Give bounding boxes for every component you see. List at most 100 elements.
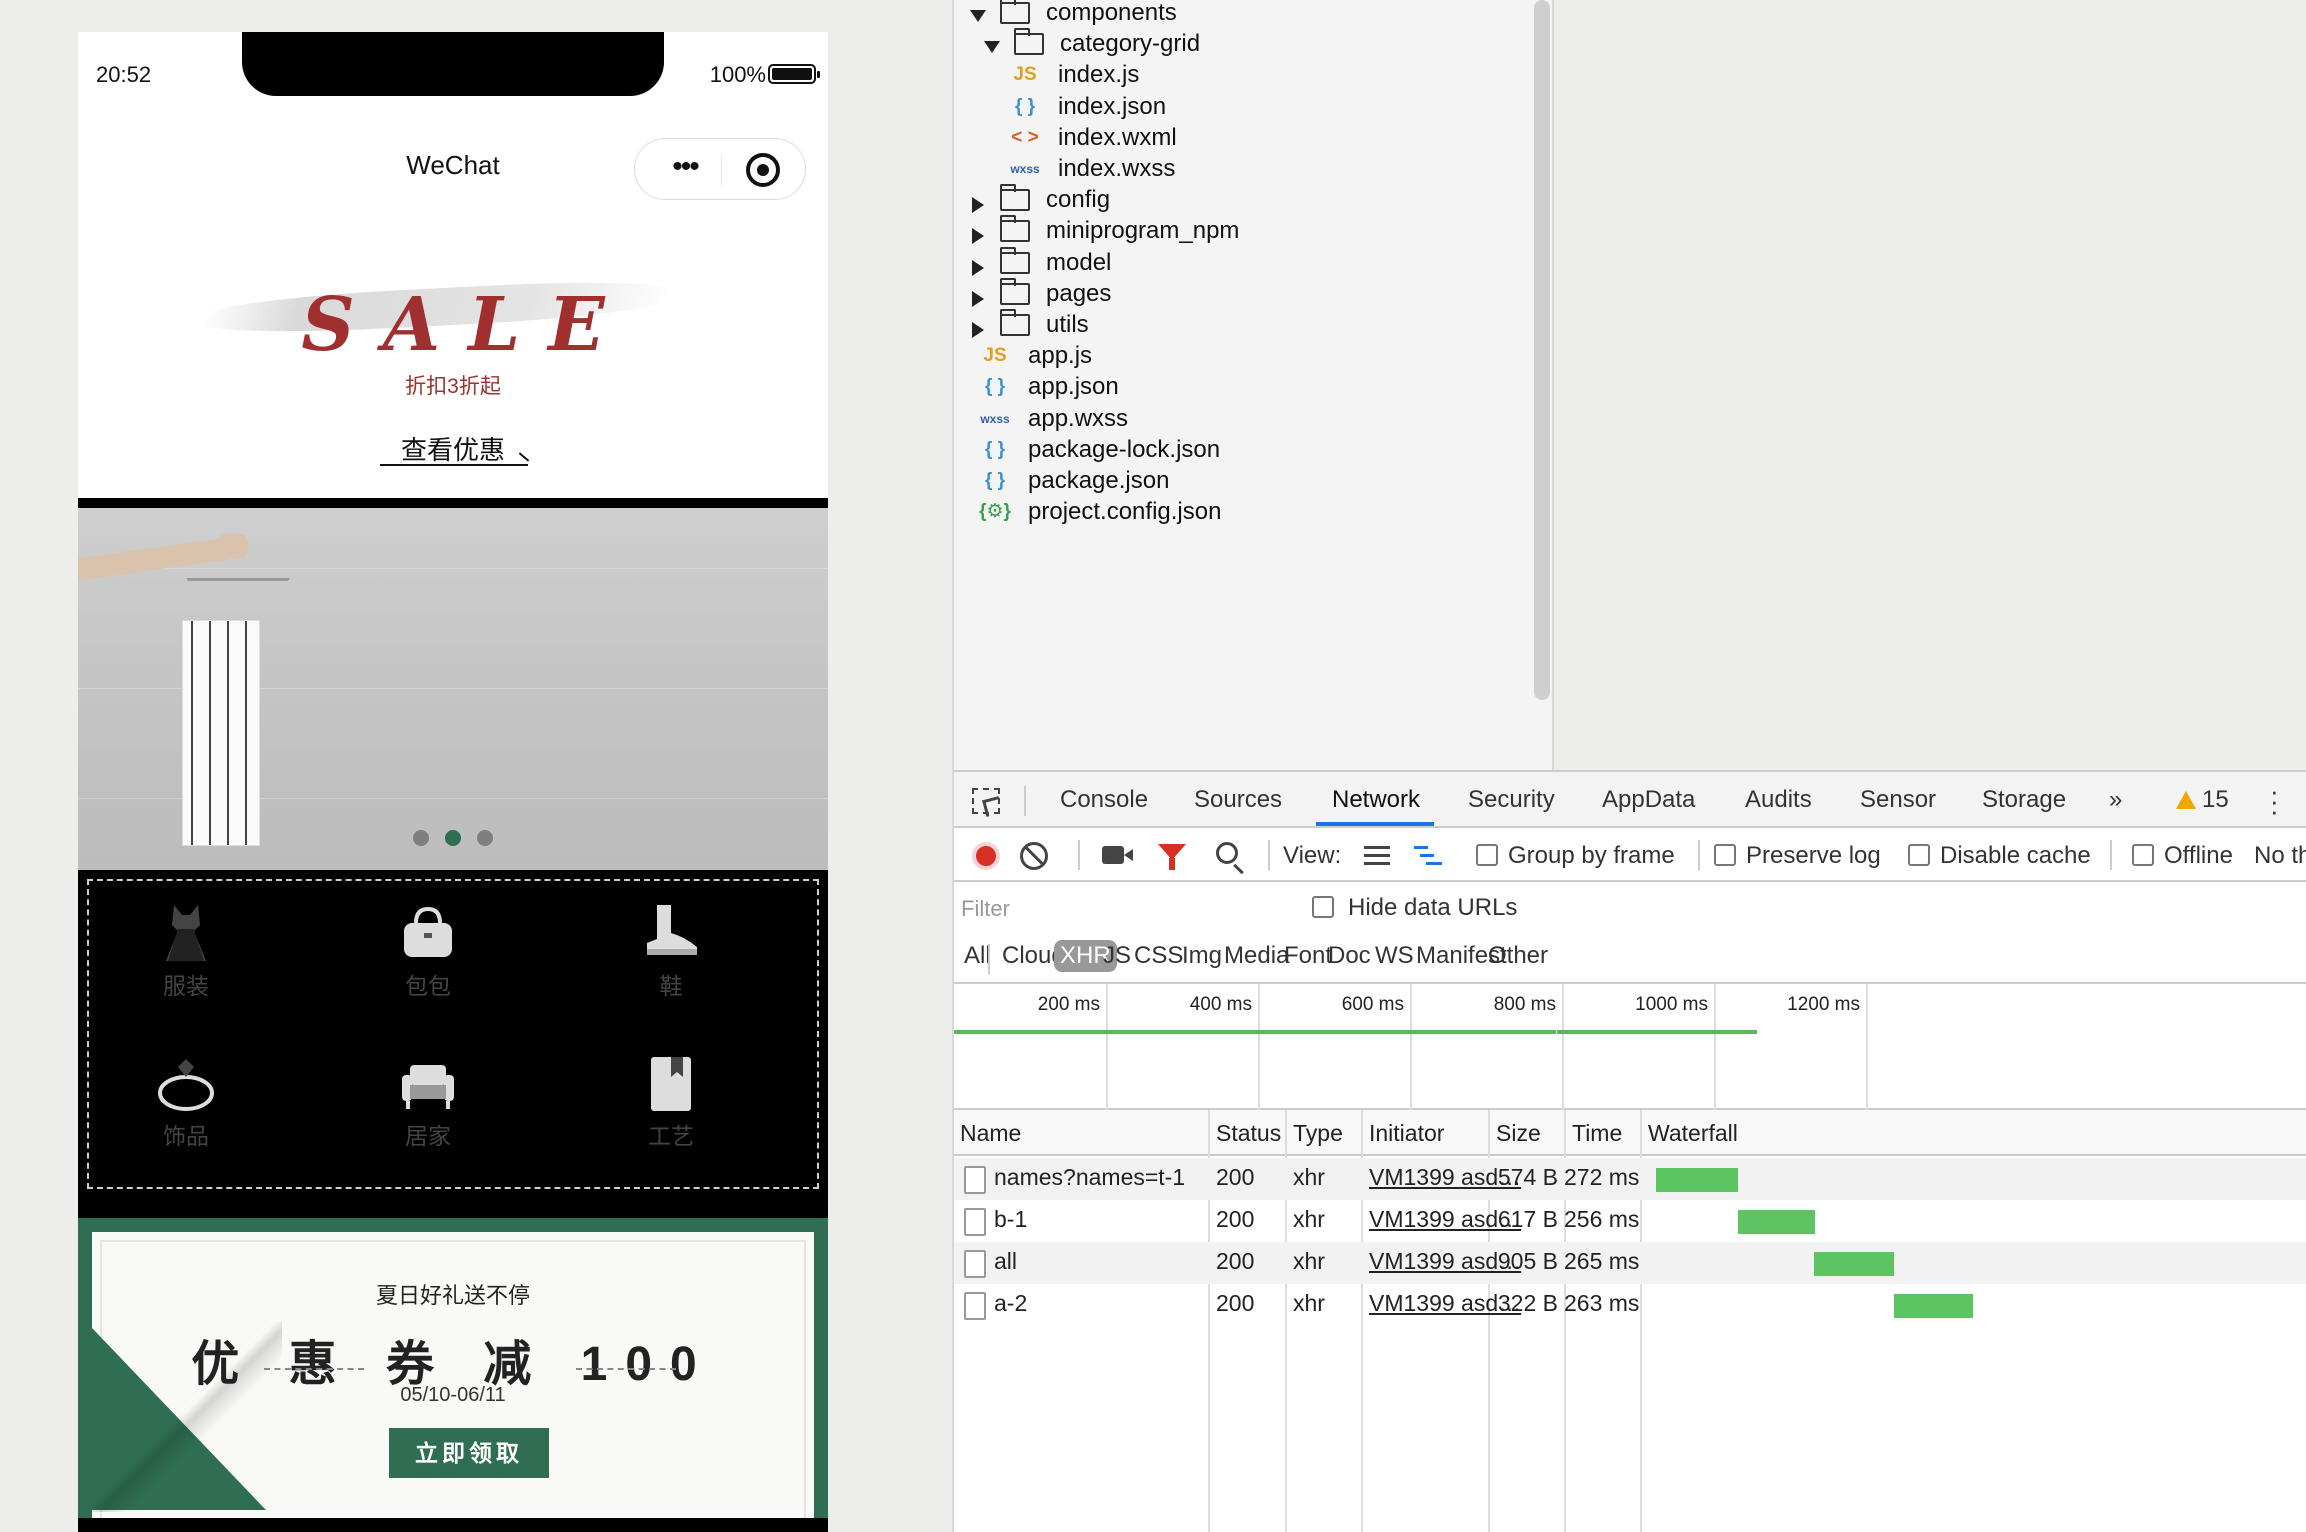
tree-item-label: utils xyxy=(1046,311,1089,338)
hand xyxy=(218,534,248,558)
warnings-badge[interactable]: 15 xyxy=(2176,786,2229,814)
throttling-select[interactable]: No th xyxy=(2254,842,2306,870)
type-filter-img[interactable]: Img xyxy=(1178,940,1226,972)
table-row[interactable]: b-1 200 xhr VM1399 asd… 617 B 256 ms xyxy=(954,1200,2306,1242)
chevron-down-icon[interactable] xyxy=(970,10,986,22)
category-crafts[interactable]: 工艺 xyxy=(596,1053,746,1173)
table-row[interactable]: all 200 xhr VM1399 asd… 905 B 265 ms xyxy=(954,1242,2306,1284)
type-filter-other[interactable]: Other xyxy=(1484,940,1552,972)
offline-checkbox[interactable] xyxy=(2132,844,2154,866)
battery-percent: 100% xyxy=(709,62,766,87)
filter-input[interactable]: Filter xyxy=(960,890,1182,926)
type-filter-ws[interactable]: WS xyxy=(1371,940,1418,972)
chevron-right-icon[interactable] xyxy=(972,228,984,244)
inspect-element-icon[interactable] xyxy=(972,788,1000,814)
camera-icon[interactable] xyxy=(1102,846,1133,864)
group-by-frame-checkbox[interactable] xyxy=(1476,844,1498,866)
col-time[interactable]: Time xyxy=(1572,1120,1622,1147)
timeline-gridline xyxy=(1258,984,1260,1110)
swiper-dot-active[interactable] xyxy=(445,830,461,846)
timeline-request-bar xyxy=(1355,1030,1556,1034)
waterfall-bar xyxy=(1656,1168,1738,1192)
view-offers-link[interactable]: 查看优惠 xyxy=(78,430,828,467)
tree-item-label: app.wxss xyxy=(1028,405,1129,432)
chevron-down-icon[interactable] xyxy=(984,41,1000,53)
chevron-right-icon[interactable] xyxy=(972,291,984,307)
category-clothing[interactable]: 服装 xyxy=(111,903,261,1023)
tab-network[interactable]: Network xyxy=(1332,786,1420,814)
request-type: xhr xyxy=(1293,1290,1325,1316)
swiper-dot[interactable] xyxy=(413,830,429,846)
bag-icon xyxy=(404,906,452,957)
waterfall-bar xyxy=(1814,1252,1894,1276)
config-file-icon: {⚙} xyxy=(979,501,1011,522)
tree-item-label: index.wxml xyxy=(1058,124,1177,151)
col-initiator[interactable]: Initiator xyxy=(1369,1120,1444,1147)
col-waterfall[interactable]: Waterfall xyxy=(1648,1120,1738,1147)
col-status[interactable]: Status xyxy=(1216,1120,1281,1147)
category-grid: 服装 包包 鞋 饰品 居家 工艺 xyxy=(78,870,828,1218)
record-button[interactable] xyxy=(972,842,1000,870)
document-icon xyxy=(964,1208,986,1236)
filter-icon[interactable] xyxy=(1158,844,1186,870)
category-home[interactable]: 居家 xyxy=(353,1053,503,1173)
list-view-icon[interactable] xyxy=(1364,846,1390,866)
request-name: names?names=t-1 xyxy=(994,1164,1186,1190)
folder-open-icon xyxy=(1000,0,1030,24)
coupon-section: 夏日好礼送不停 优 惠 券 减 100 05/10-06/11 立即领取 xyxy=(78,1218,828,1532)
tree-item-label: model xyxy=(1046,249,1112,276)
folder-icon xyxy=(1000,247,1030,274)
tab-sources[interactable]: Sources xyxy=(1194,786,1282,814)
more-tabs-icon[interactable]: » xyxy=(2109,786,2122,814)
chevron-right-icon[interactable] xyxy=(972,260,984,276)
dress-icon xyxy=(166,905,206,961)
devtools-panel: Console Sources Network Security AppData… xyxy=(954,770,2306,1532)
request-status: 200 xyxy=(1216,1206,1255,1232)
table-row[interactable]: a-2 200 xhr VM1399 asd… 322 B 263 ms xyxy=(954,1284,2306,1326)
network-toolbar: View: Group by frame Preserve log Disabl… xyxy=(954,828,2306,882)
menu-capsule: ••• xyxy=(634,138,806,200)
search-icon[interactable] xyxy=(1216,842,1238,864)
chevron-right-icon[interactable] xyxy=(972,322,984,338)
type-filter-doc[interactable]: Doc xyxy=(1324,940,1375,972)
devtools-tabbar: Console Sources Network Security AppData… xyxy=(954,770,2306,828)
clear-icon[interactable] xyxy=(1020,842,1048,870)
waterfall-bar xyxy=(1894,1294,1973,1318)
col-size[interactable]: Size xyxy=(1496,1120,1541,1147)
tree-item-label: app.js xyxy=(1028,342,1093,369)
tab-security[interactable]: Security xyxy=(1468,786,1555,814)
tree-scrollbar[interactable] xyxy=(1534,0,1550,700)
tree-item-label: project.config.json xyxy=(1028,498,1222,525)
col-name[interactable]: Name xyxy=(960,1120,1021,1147)
tab-sensor[interactable]: Sensor xyxy=(1860,786,1936,814)
tab-console[interactable]: Console xyxy=(1060,786,1148,814)
waterfall-view-icon[interactable] xyxy=(1414,844,1444,868)
hide-data-urls-checkbox[interactable] xyxy=(1312,896,1334,918)
preserve-log-checkbox[interactable] xyxy=(1714,844,1736,866)
category-bags[interactable]: 包包 xyxy=(353,903,503,1023)
claim-coupon-button[interactable]: 立即领取 xyxy=(389,1428,549,1478)
close-target-icon[interactable] xyxy=(746,153,780,187)
request-time: 272 ms xyxy=(1564,1164,1640,1190)
folder-open-icon xyxy=(1014,28,1044,55)
sofa-icon xyxy=(402,1065,454,1109)
chevron-right-icon[interactable] xyxy=(972,197,984,213)
table-row[interactable]: names?names=t-1 200 xhr VM1399 asd… 574 B 272… xyxy=(954,1158,2306,1200)
swiper-dot[interactable] xyxy=(477,830,493,846)
tree-item-label: package-lock.json xyxy=(1028,436,1221,463)
disable-cache-checkbox[interactable] xyxy=(1908,844,1930,866)
more-icon[interactable]: ••• xyxy=(655,152,715,185)
banner-swiper[interactable] xyxy=(78,508,828,870)
timeline-label: 1200 ms xyxy=(1787,994,1860,1015)
status-time: 20:52 xyxy=(96,62,152,87)
category-accessories[interactable]: 饰品 xyxy=(111,1053,261,1173)
col-type[interactable]: Type xyxy=(1293,1120,1343,1147)
tree-item-label: category-grid xyxy=(1060,30,1201,57)
table-header: Name Status Type Initiator Size Time Wat… xyxy=(954,1110,2306,1156)
category-shoes[interactable]: 鞋 xyxy=(596,903,746,1023)
tab-audits[interactable]: Audits xyxy=(1745,786,1812,814)
waterfall-bar xyxy=(1738,1210,1815,1234)
tab-appdata[interactable]: AppData xyxy=(1602,786,1695,814)
tab-storage[interactable]: Storage xyxy=(1982,786,2066,814)
kebab-menu-icon[interactable]: · · · xyxy=(2270,778,2279,824)
